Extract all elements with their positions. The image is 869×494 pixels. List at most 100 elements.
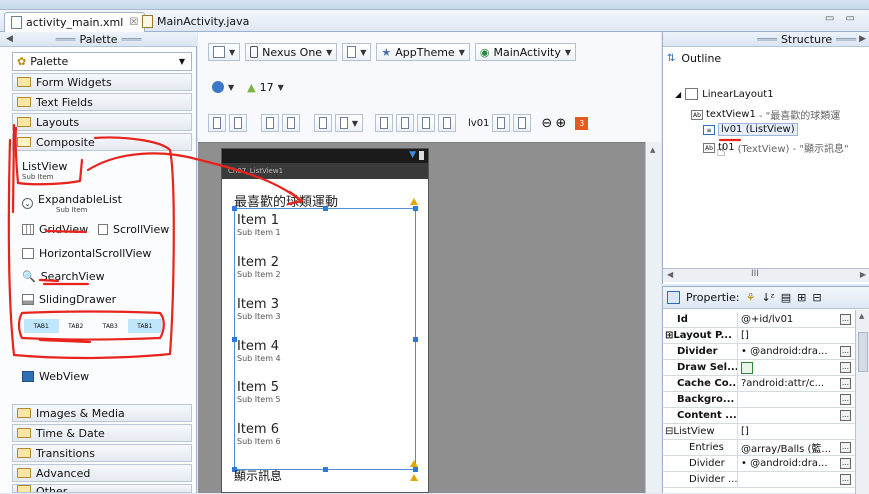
image-button[interactable] xyxy=(438,114,456,132)
fill-height-button[interactable] xyxy=(513,114,532,132)
config-button[interactable]: ▼ xyxy=(208,43,241,61)
sort-az-icon[interactable]: ↓ᶻ xyxy=(761,291,774,304)
palette-item-scrollview[interactable]: ScrollView xyxy=(98,223,169,236)
property-value[interactable] xyxy=(738,472,840,487)
property-row-background[interactable]: Backgro...… xyxy=(663,392,855,408)
property-value[interactable]: [] xyxy=(738,424,855,439)
list-item[interactable]: Item 6 Sub Item 6 xyxy=(237,422,281,446)
edit-property-button[interactable]: … xyxy=(840,474,851,485)
canvas-vertical-scrollbar[interactable]: ▲ xyxy=(645,142,661,493)
expand-icon[interactable]: ⊞ xyxy=(665,330,673,341)
property-value[interactable]: @+id/lv01 xyxy=(738,312,840,327)
palette-category-other[interactable]: Other xyxy=(12,484,192,493)
t01-footer-text[interactable]: 顯示訊息 xyxy=(234,467,282,484)
fill-width-button[interactable] xyxy=(492,114,511,132)
expand-all-icon[interactable]: ⊞ xyxy=(797,291,806,304)
property-row-draw-selector[interactable]: Draw Sel...… xyxy=(663,360,855,376)
list-item[interactable]: Item 2 Sub Item 2 xyxy=(237,255,281,279)
locale-select[interactable]: ▼ xyxy=(208,78,238,96)
property-value[interactable]: [] xyxy=(738,328,855,343)
margins-button[interactable]: ▼ xyxy=(335,114,363,132)
palette-mode-select[interactable]: ✿ Palette ▼ xyxy=(12,52,192,71)
align-button[interactable] xyxy=(396,114,414,132)
match-width-button[interactable] xyxy=(261,114,279,132)
resize-handle[interactable] xyxy=(413,206,418,211)
palette-category-text-fields[interactable]: Text Fields xyxy=(12,93,192,111)
align-button[interactable] xyxy=(375,114,393,132)
palette-category-composite[interactable]: Composite xyxy=(12,133,192,151)
scroll-thumb-grip[interactable]: III xyxy=(751,269,759,279)
zoom-in-icon[interactable]: ⊕ xyxy=(555,116,566,131)
edit-property-button[interactable]: … xyxy=(840,314,851,325)
palette-item-searchview[interactable]: 🔍 SearchView xyxy=(22,270,105,283)
orientation-button[interactable]: ▼ xyxy=(342,43,372,61)
scroll-up-icon[interactable]: ▲ xyxy=(650,146,655,154)
property-row-layout-params[interactable]: ⊞ Layout P... [] xyxy=(663,328,855,344)
property-checkbox[interactable] xyxy=(741,361,753,374)
palette-category-transitions[interactable]: Transitions xyxy=(12,444,192,462)
scroll-up-icon[interactable]: ▲ xyxy=(859,312,864,320)
collapse-icon[interactable]: ⊟ xyxy=(665,426,673,437)
gravity-button[interactable] xyxy=(314,114,332,132)
collapse-left-icon[interactable]: ◀ xyxy=(6,34,13,44)
resize-handle[interactable] xyxy=(232,206,237,211)
property-row-cache-color[interactable]: Cache Co... ?android:attr/c...… xyxy=(663,376,855,392)
edit-property-button[interactable]: … xyxy=(840,458,851,469)
tab-mainactivity-java[interactable]: MainActivity.java xyxy=(136,12,255,31)
property-row-entries[interactable]: Entries @array/Balls (籃...… xyxy=(663,440,855,456)
property-row-listview-divider[interactable]: Divider • @android:dra...… xyxy=(663,456,855,472)
device-select[interactable]: Nexus One ▼ xyxy=(245,43,338,61)
palette-category-advanced[interactable]: Advanced xyxy=(12,464,192,482)
image-button[interactable] xyxy=(417,114,435,132)
zoom-out-icon[interactable]: ⊖ xyxy=(541,116,552,131)
properties-vertical-scrollbar[interactable]: ▲ xyxy=(855,310,869,494)
list-item[interactable]: Item 3 Sub Item 3 xyxy=(237,297,281,321)
outline-horizontal-scrollbar[interactable]: ◀ III ▶ xyxy=(663,268,869,282)
property-row-divider-height[interactable]: Divider ...… xyxy=(663,472,855,488)
theme-select[interactable]: ★ AppTheme ▼ xyxy=(376,43,470,61)
collapse-all-icon[interactable]: ⊟ xyxy=(812,291,821,304)
edit-property-button[interactable]: … xyxy=(840,394,851,405)
palette-category-images-media[interactable]: Images & Media xyxy=(12,404,192,422)
scroll-right-icon[interactable]: ▶ xyxy=(860,270,866,279)
palette-item-expandablelist[interactable]: ⌄ ExpandableList Sub Item xyxy=(22,193,122,214)
palette-item-webview[interactable]: WebView xyxy=(22,370,89,383)
edit-property-button[interactable]: … xyxy=(840,410,851,421)
edit-property-button[interactable]: … xyxy=(840,346,851,357)
horizontal-layout-button[interactable] xyxy=(208,114,226,132)
resize-handle[interactable] xyxy=(323,206,328,211)
property-value[interactable] xyxy=(738,392,840,407)
collapse-right-icon[interactable]: ▶ xyxy=(859,34,866,44)
palette-item-tabhost[interactable]: TAB1 TAB2 TAB3 TAB1 xyxy=(24,319,162,333)
property-value[interactable]: @array/Balls (籃... xyxy=(738,440,840,455)
resize-handle[interactable] xyxy=(413,467,418,472)
property-value[interactable] xyxy=(738,408,840,423)
palette-category-layouts[interactable]: Layouts xyxy=(12,113,192,131)
resize-handle[interactable] xyxy=(413,337,418,342)
tree-node-lv01[interactable]: ≡ lv01 (ListView) xyxy=(703,123,798,136)
palette-item-horizontalscrollview[interactable]: HorizontalScrollView xyxy=(22,247,151,260)
property-row-listview[interactable]: ⊟ ListView [] xyxy=(663,424,855,440)
list-item[interactable]: Item 5 Sub Item 5 xyxy=(237,380,281,404)
edit-property-button[interactable]: … xyxy=(840,442,851,453)
list-item[interactable]: Item 4 Sub Item 4 xyxy=(237,339,281,363)
tree-collapse-icon[interactable]: ◢ xyxy=(675,90,681,99)
tree-node-linearlayout1[interactable]: ◢ LinearLayout1 xyxy=(675,88,774,100)
scroll-left-icon[interactable]: ◀ xyxy=(667,270,673,279)
tab-activity-main-xml[interactable]: activity_main.xml ☒ xyxy=(4,12,146,32)
property-value[interactable]: • @android:dra... xyxy=(738,456,840,471)
edit-property-button[interactable]: … xyxy=(840,378,851,389)
property-row-divider[interactable]: Divider • @android:dra...… xyxy=(663,344,855,360)
property-value[interactable]: • @android:dra... xyxy=(738,344,840,359)
property-value[interactable]: ?android:attr/c... xyxy=(738,376,840,391)
palette-category-form-widgets[interactable]: Form Widgets xyxy=(12,73,192,91)
property-row-content-description[interactable]: Content ...… xyxy=(663,408,855,424)
api-level-select[interactable]: ▲ 17 ▼ xyxy=(243,78,288,96)
activity-select[interactable]: ◉ MainActivity ▼ xyxy=(474,43,577,61)
vertical-layout-button[interactable] xyxy=(229,114,247,132)
property-row-id[interactable]: Id @+id/lv01… xyxy=(663,312,855,328)
match-height-button[interactable] xyxy=(282,114,300,132)
palette-item-slidingdrawer[interactable]: SlidingDrawer xyxy=(22,293,116,306)
advanced-icon[interactable]: ▤ xyxy=(781,291,791,304)
tree-node-textview1[interactable]: Ab textView1 - "最喜歡的球類運 xyxy=(691,107,840,122)
